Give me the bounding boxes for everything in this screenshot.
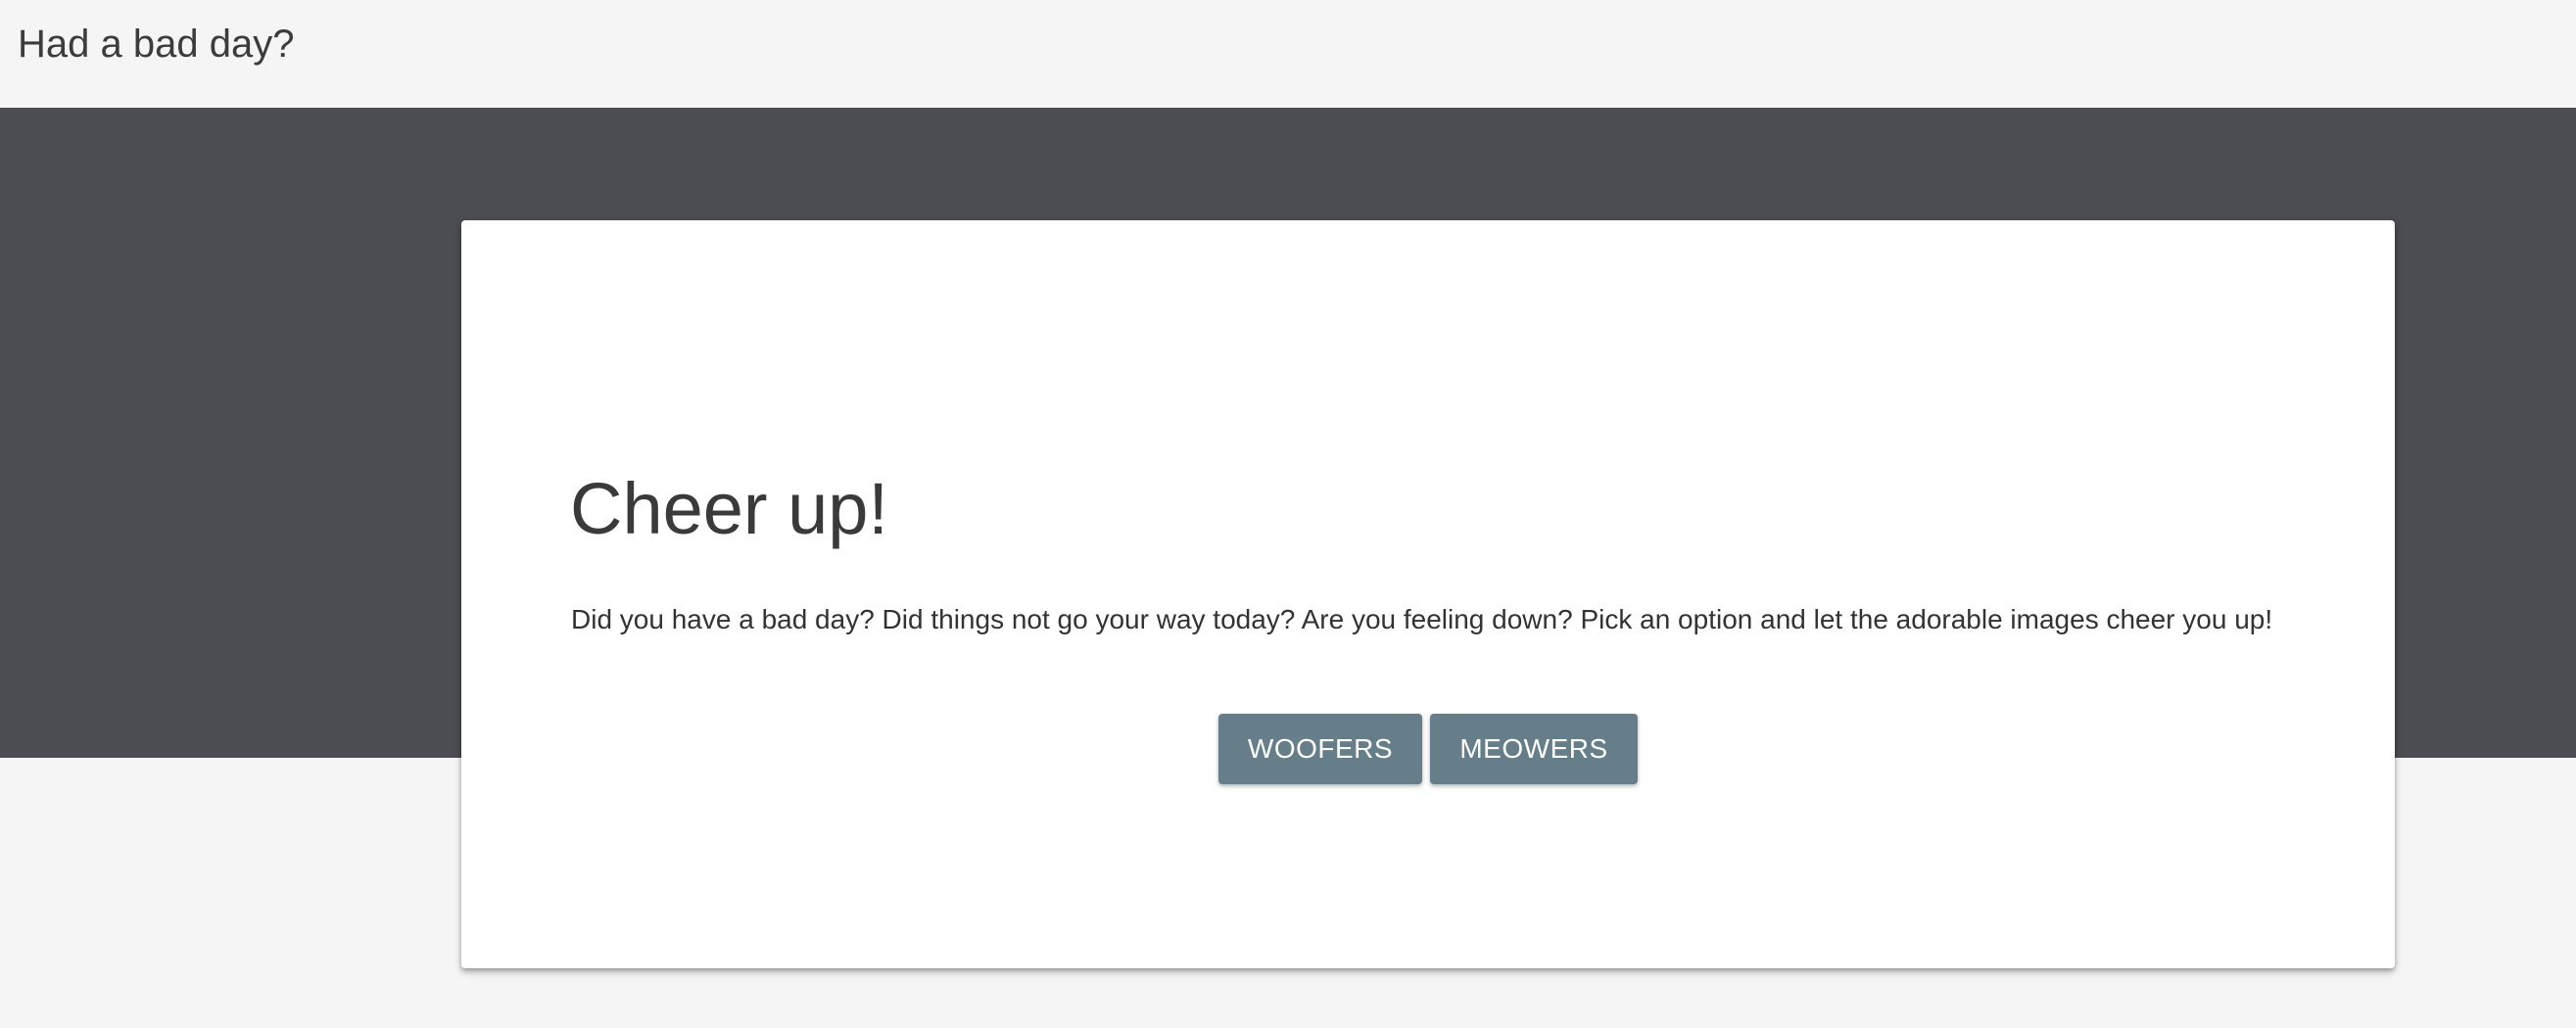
card-title: Cheer up! xyxy=(570,468,888,549)
option-buttons: WOOFERS MEOWERS xyxy=(1218,714,1638,784)
meowers-button[interactable]: MEOWERS xyxy=(1430,714,1638,784)
cheer-up-card: Cheer up! Did you have a bad day? Did th… xyxy=(461,220,2395,968)
card-description: Did you have a bad day? Did things not g… xyxy=(571,604,2273,634)
app-title: Had a bad day? xyxy=(18,23,295,66)
woofers-button[interactable]: WOOFERS xyxy=(1218,714,1422,784)
app-header: Had a bad day? xyxy=(0,0,2576,108)
page: Had a bad day? Cheer up! Did you have a … xyxy=(0,0,2576,1028)
